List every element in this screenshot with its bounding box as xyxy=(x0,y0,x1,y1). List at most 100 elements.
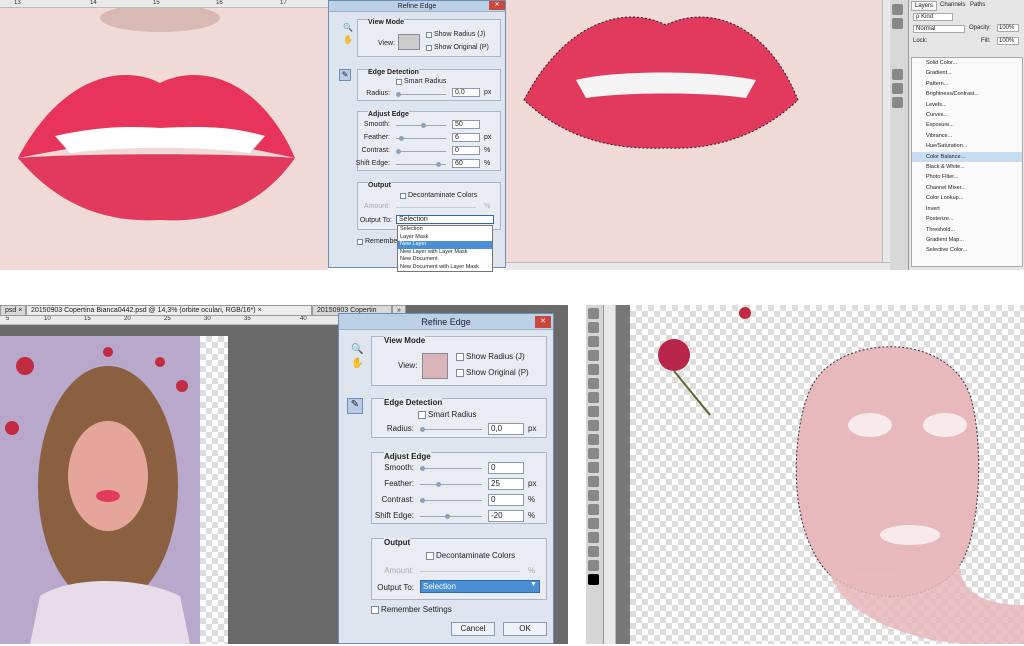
menu-gradient-map[interactable]: Gradient Map... xyxy=(912,235,1022,245)
smooth-field[interactable]: 50 xyxy=(452,120,480,129)
contrast-slider[interactable] xyxy=(420,498,482,503)
remember-settings-checkbox[interactable] xyxy=(371,606,379,614)
contrast-field[interactable]: 0 xyxy=(488,494,524,506)
show-original-checkbox[interactable] xyxy=(456,369,464,377)
doc-tab-1[interactable]: psd × xyxy=(0,305,26,316)
menu-exposure[interactable]: Exposure... xyxy=(912,120,1022,130)
tools-presets-icon[interactable] xyxy=(892,97,903,108)
output-to-select[interactable]: Selection xyxy=(396,215,494,224)
blend-mode-select[interactable]: Normal xyxy=(913,25,965,33)
menu-solid-color[interactable]: Solid Color... xyxy=(912,58,1022,68)
decontaminate-checkbox[interactable] xyxy=(426,552,434,560)
view-thumbnail[interactable] xyxy=(398,34,420,50)
history-brush-tool-icon[interactable] xyxy=(588,420,599,431)
lips-canvas-left[interactable] xyxy=(0,8,328,270)
radius-field[interactable]: 0,0 xyxy=(488,423,524,435)
menu-item-layer-mask[interactable]: Layer Mask xyxy=(398,234,492,242)
path-select-tool-icon[interactable] xyxy=(588,518,599,529)
hand-icon[interactable]: ✋ xyxy=(343,35,353,44)
shift-edge-field[interactable]: 60 xyxy=(452,159,480,168)
color-swatches-icon[interactable] xyxy=(588,574,599,585)
fill-field[interactable]: 100% xyxy=(997,37,1019,45)
menu-photo-filter[interactable]: Photo Filter... xyxy=(912,172,1022,182)
smart-radius-checkbox[interactable] xyxy=(418,411,426,419)
feather-slider[interactable] xyxy=(420,482,482,487)
radius-field[interactable]: 0,0 xyxy=(452,88,480,97)
tab-channels[interactable]: Channels xyxy=(937,1,968,9)
view-thumbnail[interactable] xyxy=(422,353,448,379)
show-radius-checkbox[interactable] xyxy=(456,353,464,361)
shift-edge-slider[interactable] xyxy=(396,162,446,167)
menu-item-new-layer-with-mask[interactable]: New Layer with Layer Mask xyxy=(398,249,492,257)
zoom-icon[interactable]: 🔍 xyxy=(351,344,363,355)
horizontal-scrollbar[interactable] xyxy=(506,262,890,270)
actions-icon[interactable] xyxy=(892,18,903,29)
hand-tool-icon[interactable] xyxy=(588,546,599,557)
lips-canvas-right[interactable] xyxy=(506,0,882,262)
zoom-icon[interactable]: 🔍 xyxy=(343,23,353,32)
menu-hue-saturation[interactable]: Hue/Saturation... xyxy=(912,141,1022,151)
menu-levels[interactable]: Levels... xyxy=(912,100,1022,110)
menu-item-selection[interactable]: Selection xyxy=(398,226,492,234)
kind-filter[interactable]: ρ Kind xyxy=(913,13,953,21)
show-radius-checkbox[interactable] xyxy=(426,32,432,38)
zoom-tool-icon[interactable] xyxy=(588,560,599,571)
menu-pattern[interactable]: Pattern... xyxy=(912,79,1022,89)
smooth-slider[interactable] xyxy=(396,123,446,128)
feather-field[interactable]: 6 xyxy=(452,133,480,142)
crop-tool-icon[interactable] xyxy=(588,350,599,361)
shift-edge-slider[interactable] xyxy=(420,514,482,519)
history-icon[interactable] xyxy=(892,4,903,15)
radius-slider[interactable] xyxy=(396,92,446,97)
paragraph-icon[interactable] xyxy=(892,83,903,94)
clone-stamp-tool-icon[interactable] xyxy=(588,406,599,417)
menu-threshold[interactable]: Threshold... xyxy=(912,225,1022,235)
cancel-button[interactable]: Cancel xyxy=(451,622,495,636)
menu-color-lookup[interactable]: Color Lookup... xyxy=(912,193,1022,203)
menu-brightness-contrast[interactable]: Brightness/Contrast... xyxy=(912,89,1022,99)
shape-tool-icon[interactable] xyxy=(588,532,599,543)
marquee-tool-icon[interactable] xyxy=(588,308,599,319)
output-to-select[interactable]: Selection xyxy=(420,580,540,593)
menu-posterize[interactable]: Posterize... xyxy=(912,214,1022,224)
show-original-checkbox[interactable] xyxy=(426,45,432,51)
eyedropper-tool-icon[interactable] xyxy=(588,364,599,375)
blur-tool-icon[interactable] xyxy=(588,462,599,473)
menu-item-new-layer[interactable]: New Layer xyxy=(398,241,492,249)
vertical-scrollbar[interactable] xyxy=(882,0,890,270)
quick-select-tool-icon[interactable] xyxy=(588,336,599,347)
menu-channel-mixer[interactable]: Channel Mixer... xyxy=(912,183,1022,193)
radius-slider[interactable] xyxy=(420,427,482,432)
brush-tool-icon[interactable] xyxy=(588,392,599,403)
tab-paths[interactable]: Paths xyxy=(967,1,988,9)
healing-brush-tool-icon[interactable] xyxy=(588,378,599,389)
menu-invert[interactable]: Invert xyxy=(912,204,1022,214)
tab-layers[interactable]: Layers xyxy=(911,1,938,11)
feather-slider[interactable] xyxy=(396,136,446,141)
menu-selective-color[interactable]: Selective Color... xyxy=(912,245,1022,255)
menu-item-new-document-with-mask[interactable]: New Document with Layer Mask xyxy=(398,264,492,272)
close-button[interactable]: ✕ xyxy=(535,316,551,328)
smooth-slider[interactable] xyxy=(420,466,482,471)
contrast-slider[interactable] xyxy=(396,149,446,154)
menu-color-balance[interactable]: Color Balance... xyxy=(912,151,1022,163)
ok-button[interactable]: OK xyxy=(503,622,547,636)
contrast-field[interactable]: 0 xyxy=(452,146,480,155)
menu-gradient[interactable]: Gradient... xyxy=(912,68,1022,78)
menu-item-new-document[interactable]: New Document xyxy=(398,256,492,264)
lasso-tool-icon[interactable] xyxy=(588,322,599,333)
doc-tab-2[interactable]: 20150903 Copertina Bianca0442.psd @ 14,3… xyxy=(26,305,312,316)
face-mask-canvas[interactable] xyxy=(630,305,1024,644)
shift-edge-field[interactable]: -20 xyxy=(488,510,524,522)
chevron-down-icon[interactable]: ▼ xyxy=(530,581,537,588)
remember-checkbox[interactable] xyxy=(357,239,363,245)
feather-field[interactable]: 25 xyxy=(488,478,524,490)
portrait-canvas[interactable] xyxy=(0,336,226,644)
character-icon[interactable] xyxy=(892,69,903,80)
pen-tool-icon[interactable] xyxy=(588,490,599,501)
eraser-tool-icon[interactable] xyxy=(588,434,599,445)
gradient-tool-icon[interactable] xyxy=(588,448,599,459)
smooth-field[interactable]: 0 xyxy=(488,462,524,474)
dodge-tool-icon[interactable] xyxy=(588,476,599,487)
decontaminate-checkbox[interactable] xyxy=(400,193,406,199)
